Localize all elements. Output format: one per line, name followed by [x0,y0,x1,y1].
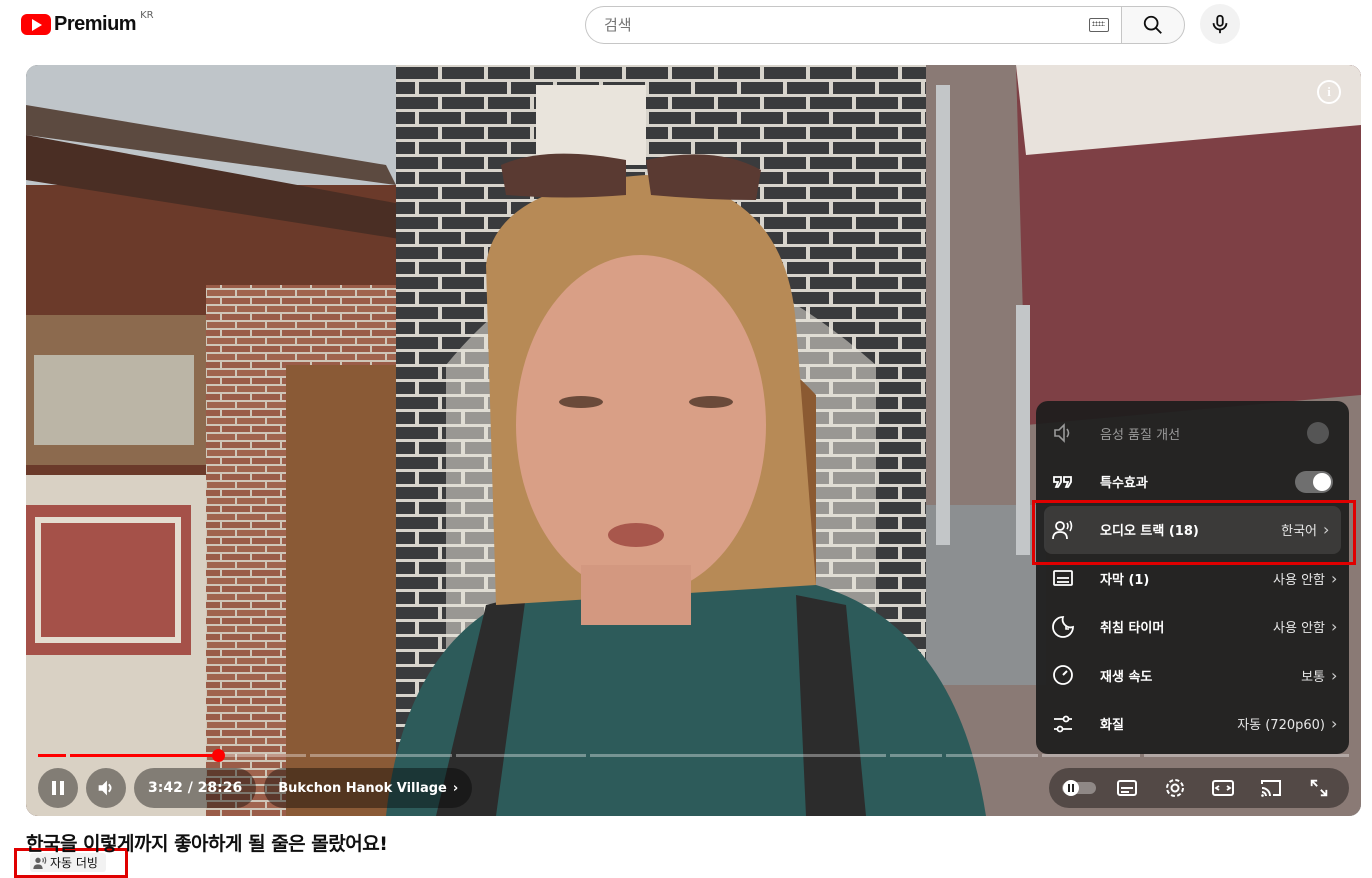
search-icon [1143,15,1162,34]
progress-bar[interactable] [38,749,1349,762]
special-effects-toggle[interactable] [1295,470,1333,493]
dubbing-icon [33,856,47,869]
fullscreen-button[interactable] [1297,768,1341,808]
autoplay-toggle[interactable] [1057,768,1101,808]
menu-item-playback-speed[interactable]: 재생 속도 보통 › [1036,651,1349,699]
sleep-timer-icon [1051,615,1075,639]
menu-item-value: 사용 안함 [1273,572,1325,588]
cast-icon [1261,780,1281,797]
search-button[interactable] [1121,6,1185,44]
info-icon[interactable]: i [1317,80,1341,104]
subtitles-icon [1117,780,1137,796]
menu-item-special-effects[interactable]: 특수효과 [1036,457,1349,505]
microphone-icon [1212,14,1228,34]
video-title: 한국을 이렇게까지 좋아하게 될 줄은 몰랐어요! [26,833,388,855]
volume-button[interactable] [86,768,126,808]
progress-scrubber[interactable] [212,749,225,762]
menu-item-value: 자동 (720p60) [1237,718,1325,734]
auto-dub-label: 자동 더빙 [50,856,98,870]
chapter-button[interactable]: Bukchon Hanok Village › [264,768,473,808]
toggle-knob [1313,472,1331,491]
theater-mode-button[interactable] [1201,768,1245,808]
auto-dub-badge[interactable]: 자동 더빙 [30,853,106,872]
gear-icon [1166,779,1184,797]
time-display: 3:42 / 28:26 [134,768,257,808]
settings-menu: 음성 품질 개선 특수효과 오디오 트랙 (18) 한국어 › 자막 (1) 사… [1036,401,1349,754]
top-header: Premium KR [0,0,1372,54]
menu-item-label: 취침 타이머 [1100,621,1165,637]
menu-item-value: 보통 [1301,669,1325,685]
menu-item-label: 음성 품질 개선 [1100,427,1181,443]
voice-boost-icon [1051,421,1075,445]
voice-search-button[interactable] [1200,4,1240,44]
menu-item-label: 특수효과 [1100,476,1148,492]
menu-item-value: 사용 안함 [1273,621,1325,637]
special-effects-icon [1051,470,1075,494]
volume-icon [98,780,112,796]
menu-item-label: 재생 속도 [1100,669,1153,685]
search-box [585,6,1121,44]
chevron-right-icon: › [1331,665,1338,685]
theater-mode-icon [1212,780,1234,796]
right-controls [1049,768,1349,808]
quality-icon [1051,712,1075,736]
highlight-box-audio-track [1032,500,1356,565]
subtitles-button[interactable] [1105,768,1149,808]
playback-speed-icon [1051,663,1075,687]
chevron-right-icon: › [1331,714,1338,734]
chapter-title: Bukchon Hanok Village [278,780,447,796]
menu-item-label: 자막 (1) [1100,572,1150,588]
chevron-right-icon: › [1331,617,1338,637]
keyboard-icon[interactable] [1089,18,1109,32]
settings-button[interactable] [1153,768,1197,808]
chevron-right-icon: › [1331,568,1338,588]
chevron-right-icon: › [452,780,459,796]
logo-text: Premium [54,13,137,35]
left-controls: 3:42 / 28:26 Bukchon Hanok Village › [38,768,473,808]
pause-button[interactable] [38,768,78,808]
youtube-play-icon [21,14,51,35]
voice-boost-toggle[interactable] [1307,422,1329,445]
youtube-premium-logo[interactable]: Premium KR [21,10,154,36]
autoplay-icon [1062,780,1096,796]
search-input[interactable] [602,15,1089,35]
menu-item-quality[interactable]: 화질 자동 (720p60) › [1036,699,1349,747]
subtitles-icon [1051,566,1075,590]
cast-button[interactable] [1249,768,1293,808]
country-code: KR [140,10,154,21]
menu-item-label: 화질 [1100,718,1124,734]
menu-item-sleep-timer[interactable]: 취침 타이머 사용 안함 › [1036,603,1349,651]
pause-icon [52,781,64,795]
search-bar [585,6,1185,44]
fullscreen-icon [1310,779,1328,797]
menu-item-voice-boost[interactable]: 음성 품질 개선 [1036,409,1349,457]
